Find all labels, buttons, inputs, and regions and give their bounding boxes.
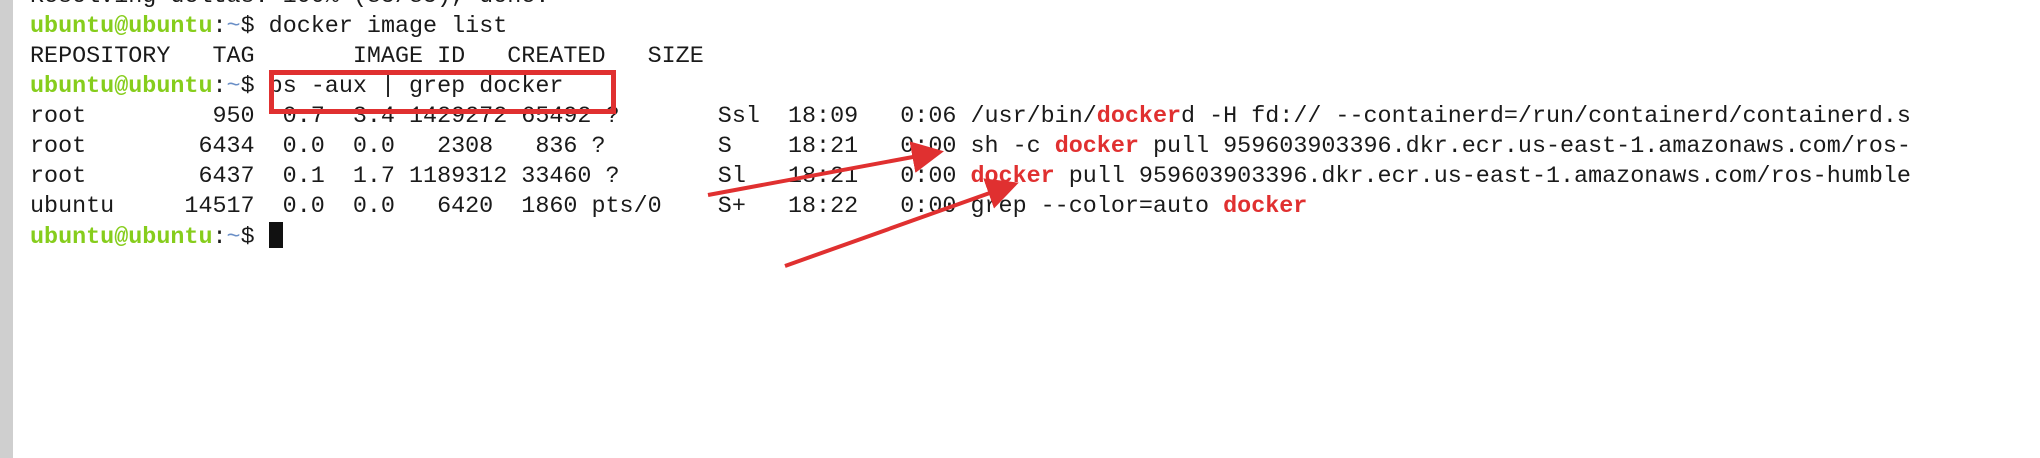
arrow-annotation-1 [707, 141, 944, 197]
annotation-arrows [707, 141, 1019, 268]
arrow-annotation-2 [784, 178, 1019, 268]
